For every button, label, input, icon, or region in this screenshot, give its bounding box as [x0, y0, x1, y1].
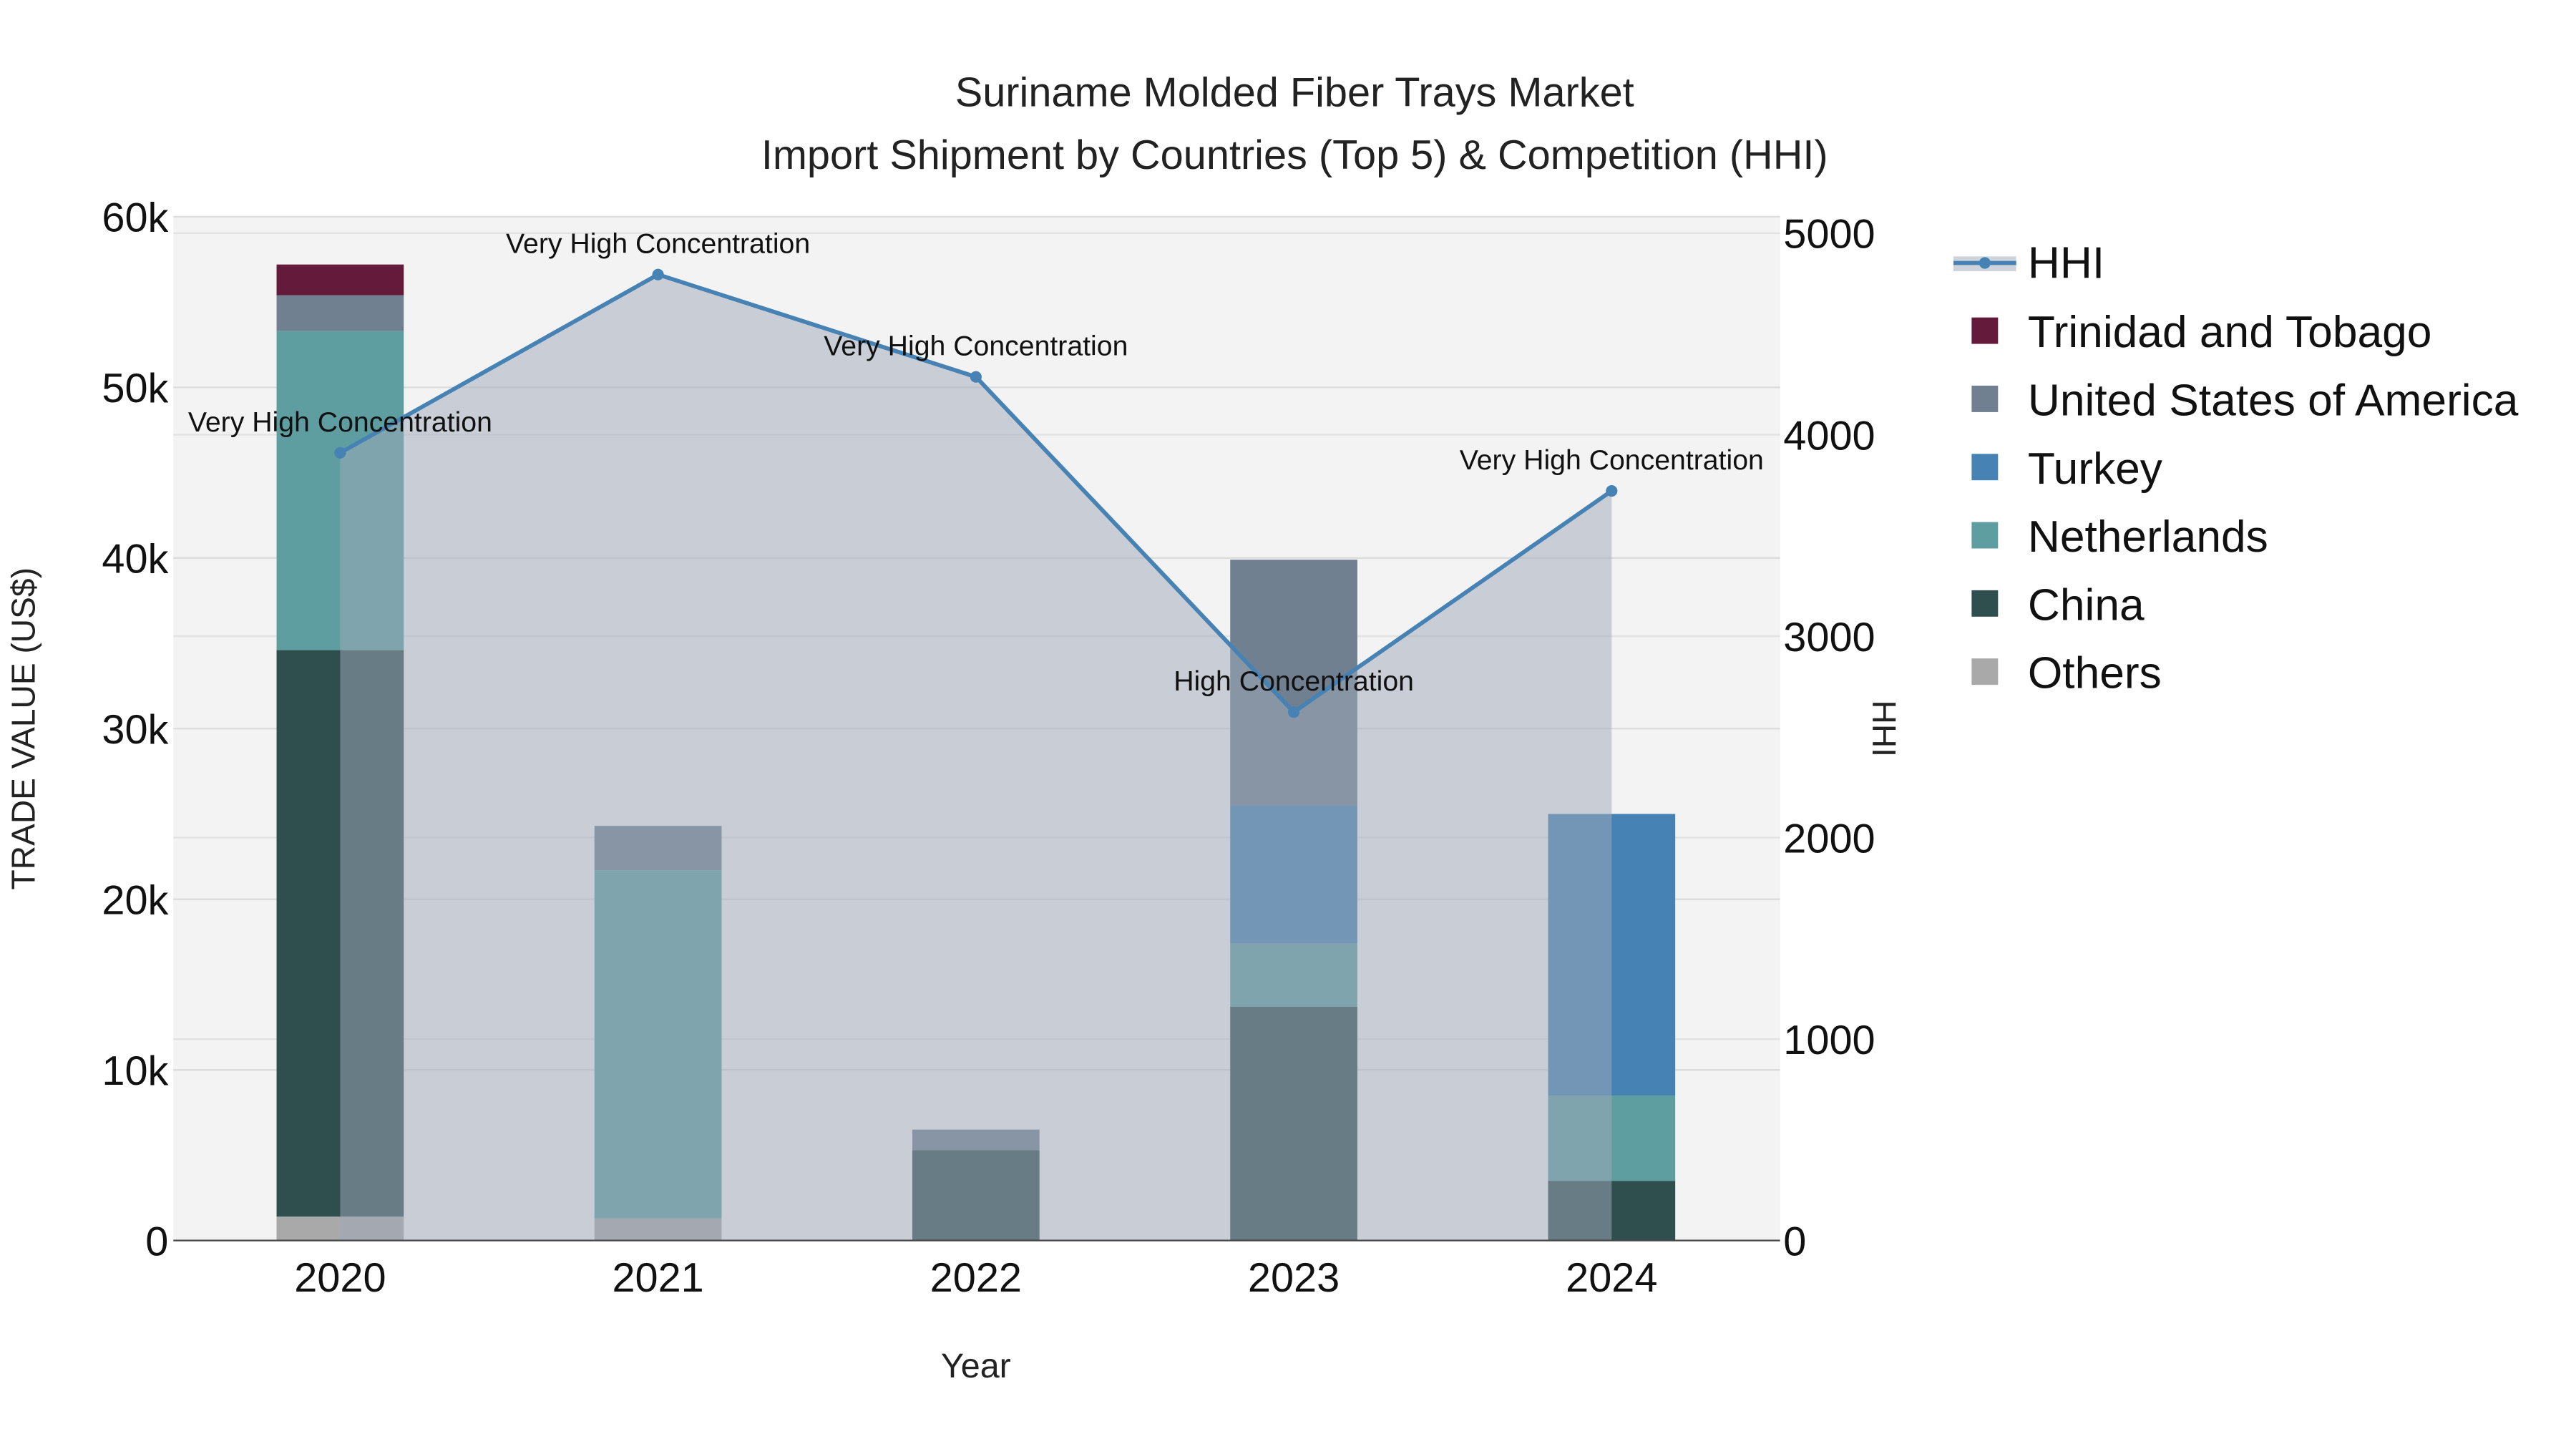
- hhi-point-2022: [970, 371, 982, 383]
- hhi-point-2020: [334, 447, 346, 459]
- x-tick-label: 2022: [930, 1255, 1022, 1301]
- chart-title: Suriname Molded Fiber Trays Market: [955, 69, 1634, 115]
- y-tick-label: 0: [145, 1219, 168, 1264]
- y2-tick-label: 4000: [1783, 413, 1875, 459]
- legend-swatch: [1971, 454, 1999, 481]
- y2-tick-label: 1000: [1783, 1018, 1875, 1063]
- legend-swatch: [1971, 522, 1999, 549]
- y-tick-label: 50k: [102, 366, 168, 411]
- y2-tick-label: 2000: [1783, 816, 1875, 862]
- y-tick-label: 10k: [102, 1048, 168, 1094]
- legend-swatch: [1971, 317, 1999, 344]
- hhi-annotation: High Concentration: [1174, 665, 1414, 697]
- y2-tick-label: 0: [1783, 1219, 1806, 1264]
- hhi-point-2021: [652, 268, 664, 280]
- legend-swatch: [1971, 385, 1999, 412]
- hhi-annotation: Very High Concentration: [506, 228, 810, 260]
- chart: Suriname Molded Fiber Trays Market Impor…: [4, 69, 2519, 1385]
- legend-swatch: [1971, 590, 1999, 617]
- y2-axis-label: HHI: [1865, 701, 1903, 757]
- chart-subtitle: Import Shipment by Countries (Top 5) & C…: [761, 132, 1828, 178]
- hhi-annotation: Very High Concentration: [1460, 444, 1764, 476]
- x-tick-label: 2020: [294, 1255, 386, 1301]
- y2-tick-label: 3000: [1783, 615, 1875, 660]
- bar-trinidad-and-tobago-2020: [276, 264, 404, 296]
- x-tick-label: 2021: [612, 1255, 703, 1301]
- legend-hhi-marker: [1979, 257, 1991, 269]
- y2-tick-label: 5000: [1783, 212, 1875, 258]
- legend-label[interactable]: Others: [2028, 649, 2162, 698]
- bar-united-states-of-america-2020: [276, 295, 404, 331]
- hhi-annotation: Very High Concentration: [824, 331, 1128, 362]
- y-tick-label: 30k: [102, 707, 168, 753]
- y-axis-label: TRADE VALUE (US$): [4, 567, 42, 889]
- legend-label[interactable]: Turkey: [2028, 444, 2163, 494]
- y-tick-label: 40k: [102, 537, 168, 582]
- x-tick-label: 2024: [1566, 1255, 1657, 1301]
- legend-label[interactable]: United States of America: [2028, 376, 2519, 426]
- legend-label[interactable]: Trinidad and Tobago: [2028, 308, 2432, 357]
- legend: HHI Trinidad and Tobago United States of A…: [1953, 238, 2519, 698]
- hhi-point-2023: [1288, 706, 1300, 718]
- legend-label-hhi[interactable]: HHI: [2028, 238, 2104, 288]
- x-axis-label: Year: [941, 1347, 1011, 1385]
- legend-label[interactable]: China: [2028, 580, 2145, 630]
- legend-label[interactable]: Netherlands: [2028, 512, 2268, 562]
- hhi-point-2024: [1606, 484, 1618, 497]
- x-tick-label: 2023: [1248, 1255, 1340, 1301]
- legend-swatch: [1971, 658, 1999, 686]
- hhi-annotation: Very High Concentration: [188, 406, 492, 438]
- y-tick-label: 20k: [102, 877, 168, 923]
- y-tick-label: 60k: [102, 195, 168, 241]
